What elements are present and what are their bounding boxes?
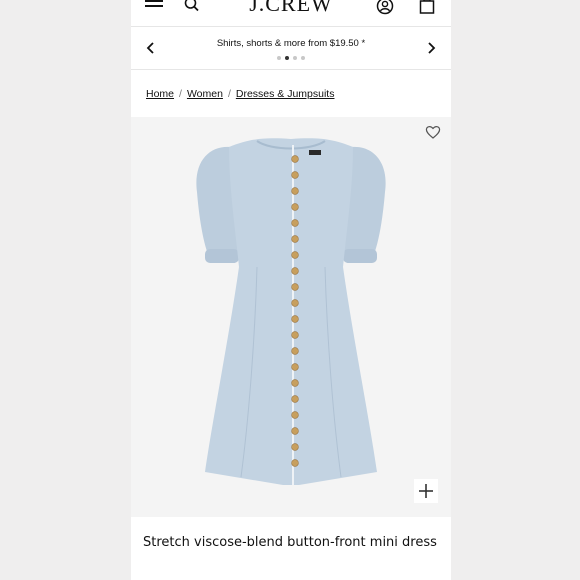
breadcrumb-separator: / — [179, 88, 182, 100]
bag-icon[interactable] — [418, 0, 436, 15]
carousel-dot[interactable] — [277, 56, 281, 60]
dress-illustration — [196, 138, 386, 486]
breadcrumb-separator: / — [227, 88, 231, 100]
mobile-page: J.CREW Shirts, shorts & more from $19.50… — [131, 0, 451, 580]
brand-logo[interactable]: J.CREW — [131, 0, 451, 17]
site-header: J.CREW — [131, 0, 451, 18]
carousel-dot[interactable] — [293, 56, 297, 60]
promo-banner[interactable]: Shirts, shorts & more from $19.50 * — [131, 26, 451, 70]
carousel-dot-active[interactable] — [285, 56, 289, 60]
breadcrumb-women[interactable]: Women — [187, 88, 223, 100]
promo-text[interactable]: Shirts, shorts & more from $19.50 * — [131, 38, 451, 49]
product-image[interactable] — [131, 117, 451, 517]
breadcrumb-home[interactable]: Home — [146, 88, 174, 100]
promo-message: Shirts, shorts & more from $19.50 — [216, 38, 359, 49]
promo-asterisk: * — [361, 38, 366, 49]
breadcrumb: Home / Women / Dresses & Jumpsuits — [146, 88, 334, 100]
chevron-right-icon[interactable] — [425, 41, 437, 55]
breadcrumb-dresses[interactable]: Dresses & Jumpsuits — [236, 88, 335, 100]
carousel-dots — [131, 56, 451, 60]
plus-icon[interactable] — [414, 479, 438, 503]
carousel-dot[interactable] — [301, 56, 305, 60]
product-title: Stretch viscose-blend button-front mini … — [143, 535, 437, 550]
heart-icon[interactable] — [425, 124, 441, 140]
account-icon[interactable] — [376, 0, 394, 15]
